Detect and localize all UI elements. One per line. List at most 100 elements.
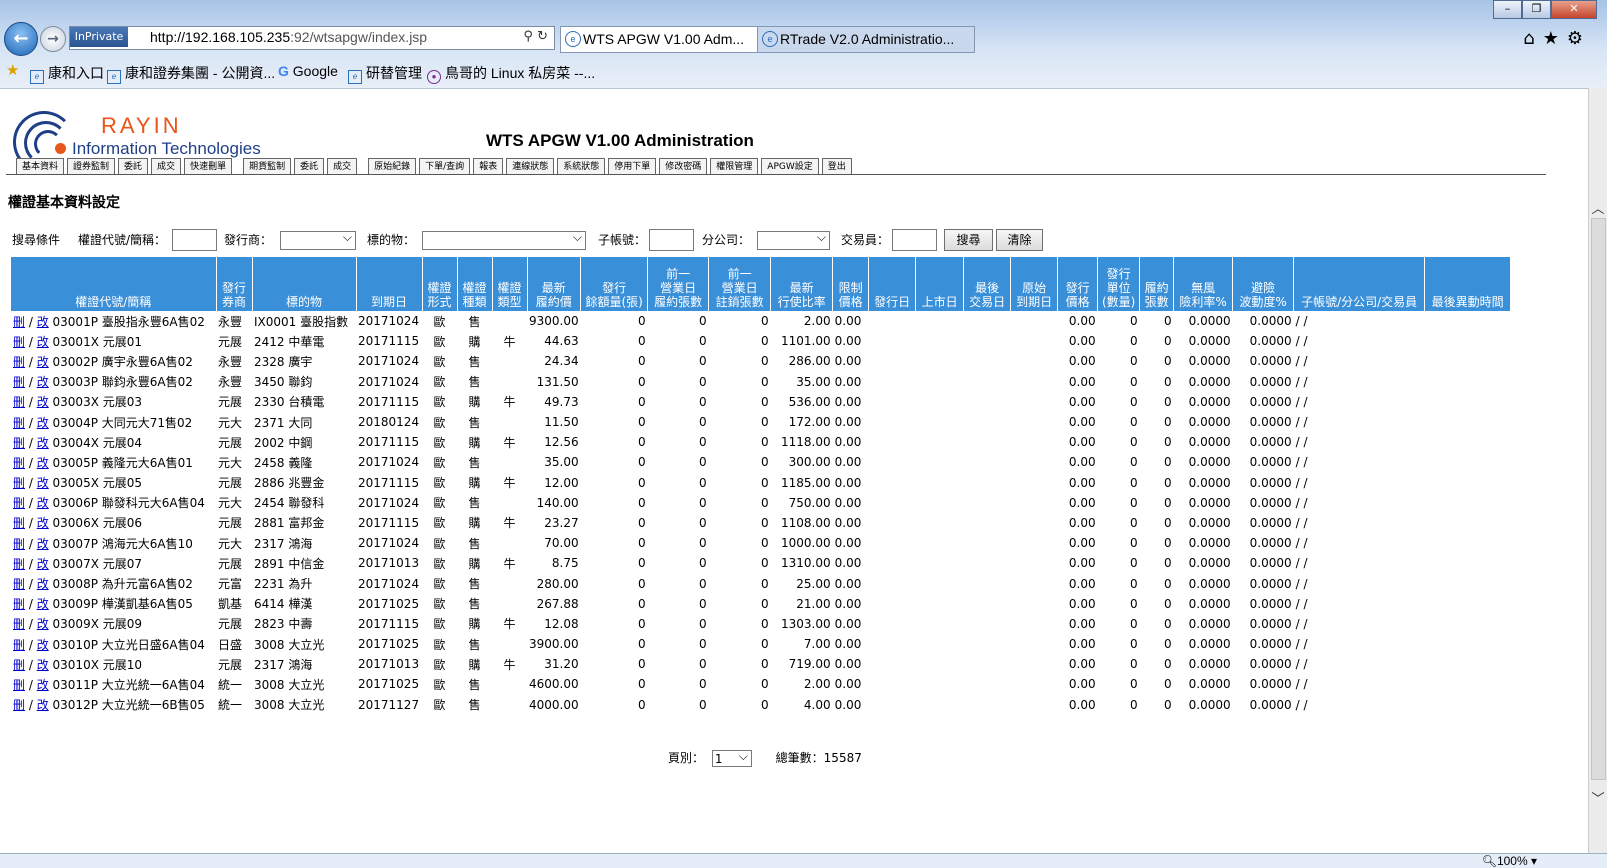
menu-item[interactable]: APGW設定 [761,158,819,174]
table-cell: 20171024 [358,576,420,591]
warrant-code: 03004P 大同元大71售02 [52,415,193,430]
trader-input[interactable] [892,229,937,251]
edit-link[interactable]: 改 [37,516,49,530]
minimize-button[interactable]: – [1493,0,1522,19]
delete-link[interactable]: 刪 [13,537,25,551]
edit-link[interactable]: 改 [37,416,49,430]
menu-item[interactable]: 原始紀錄 [368,158,417,174]
edit-link[interactable]: 改 [37,617,49,631]
delete-link[interactable]: 刪 [13,658,25,672]
table-cell [869,594,916,614]
delete-link[interactable]: 刪 [13,436,25,450]
delete-link[interactable]: 刪 [13,557,25,571]
delete-link[interactable]: 刪 [13,476,25,490]
branch-select[interactable] [757,230,830,250]
edit-link[interactable]: 改 [37,335,49,349]
maximize-button[interactable]: ❐ [1522,0,1551,19]
edit-link[interactable]: 改 [37,557,49,571]
menu-item[interactable]: 成交 [151,158,182,174]
delete-link[interactable]: 刪 [13,416,25,430]
table-cell: 0.0000 [1188,475,1231,490]
search-icon[interactable]: ⚲ [523,29,533,44]
favorite-link[interactable]: e 康和入口 [30,63,104,84]
search-button[interactable]: 搜尋 [944,229,993,251]
table-cell: 0.0000 [1188,637,1231,652]
favorite-link[interactable]: ● 鳥哥的 Linux 私房菜 --... [427,63,595,84]
edit-link[interactable]: 改 [37,476,49,490]
zoom-level[interactable]: 🔍︎100% ▾ [1482,854,1537,868]
warrant-code-input[interactable] [172,229,217,251]
delete-link[interactable]: 刪 [13,375,25,389]
favorites-star-icon[interactable]: ★ [1543,28,1567,49]
menu-item[interactable]: 快速刪單 [184,158,233,174]
url-text[interactable]: http://192.168.105.235:92/wtsapgw/index.… [150,29,427,45]
clear-button[interactable]: 清除 [996,229,1043,251]
edit-link[interactable]: 改 [37,597,49,611]
menu-item[interactable]: 委託 [118,158,149,174]
address-bar[interactable]: InPrivate http://192.168.105.235:92/wtsa… [69,26,555,50]
menu-item[interactable]: 基本資料 [16,158,65,174]
edit-link[interactable]: 改 [37,355,49,369]
delete-link[interactable]: 刪 [13,577,25,591]
edit-link[interactable]: 改 [37,638,49,652]
edit-link[interactable]: 改 [37,698,49,712]
edit-link[interactable]: 改 [37,315,49,329]
menu-item[interactable]: 停用下單 [608,158,657,174]
tab-wts-apgw[interactable]: e WTS APGW V1.00 Adm... ✕ [560,26,778,53]
favorite-link[interactable]: e 研替管理 [348,63,422,84]
delete-link[interactable]: 刪 [13,315,25,329]
scroll-up-icon[interactable]: ︿ [1589,198,1607,217]
delete-link[interactable]: 刪 [13,678,25,692]
delete-link[interactable]: 刪 [13,355,25,369]
menu-item[interactable]: 登出 [821,158,852,174]
delete-link[interactable]: 刪 [13,456,25,470]
delete-link[interactable]: 刪 [13,496,25,510]
delete-link[interactable]: 刪 [13,516,25,530]
menu-item[interactable]: 成交 [327,158,358,174]
menu-item[interactable]: 修改密碼 [659,158,708,174]
home-icon[interactable]: ⌂ [1523,28,1542,49]
edit-link[interactable]: 改 [37,456,49,470]
menu-item[interactable]: 報表 [473,158,504,174]
issuer-select[interactable] [280,230,356,250]
menu-item[interactable]: 期貨監制 [243,158,292,174]
edit-link[interactable]: 改 [37,577,49,591]
menu-item[interactable]: 權限管理 [710,158,759,174]
forward-button[interactable]: → [40,26,66,52]
edit-link[interactable]: 改 [37,395,49,409]
delete-link[interactable]: 刪 [13,395,25,409]
refresh-icon[interactable]: ↻ [537,29,548,44]
favorites-star-icon[interactable]: ★ [6,61,19,79]
tools-gear-icon[interactable]: ⚙ [1567,28,1591,49]
edit-link[interactable]: 改 [37,678,49,692]
edit-link[interactable]: 改 [37,375,49,389]
edit-link[interactable]: 改 [37,658,49,672]
edit-link[interactable]: 改 [37,496,49,510]
edit-link[interactable]: 改 [37,436,49,450]
delete-link[interactable]: 刪 [13,617,25,631]
back-button[interactable]: ← [4,22,38,56]
vertical-scrollbar[interactable]: ︿ ﹀ [1588,88,1607,853]
window-close-button[interactable]: ✕ [1551,0,1597,19]
delete-link[interactable]: 刪 [13,597,25,611]
underlying-select[interactable] [422,230,586,250]
favorite-link[interactable]: G Google [278,63,338,79]
menu-item[interactable]: 委託 [294,158,325,174]
scrollbar-thumb[interactable] [1591,218,1606,780]
favorite-link[interactable]: e 康和證券集團 - 公開資... [107,63,275,84]
delete-link[interactable]: 刪 [13,335,25,349]
table-cell: / / [1295,334,1308,349]
edit-link[interactable]: 改 [37,537,49,551]
page-select[interactable]: 1 [711,748,752,767]
tab-rtrade[interactable]: e RTrade V2.0 Administratio... [757,26,975,53]
menu-item[interactable]: 連線狀態 [506,158,555,174]
scroll-down-icon[interactable]: ﹀ [1589,788,1607,807]
menu-item[interactable]: 下單/查詢 [419,158,471,174]
subaccount-input[interactable] [649,229,694,251]
menu-item[interactable]: 證券監制 [67,158,116,174]
table-cell: 0.0000 [1188,334,1231,349]
menu-item[interactable]: 系統狀態 [557,158,606,174]
delete-link[interactable]: 刪 [13,638,25,652]
delete-link[interactable]: 刪 [13,698,25,712]
table-cell: 元展 [218,516,243,531]
